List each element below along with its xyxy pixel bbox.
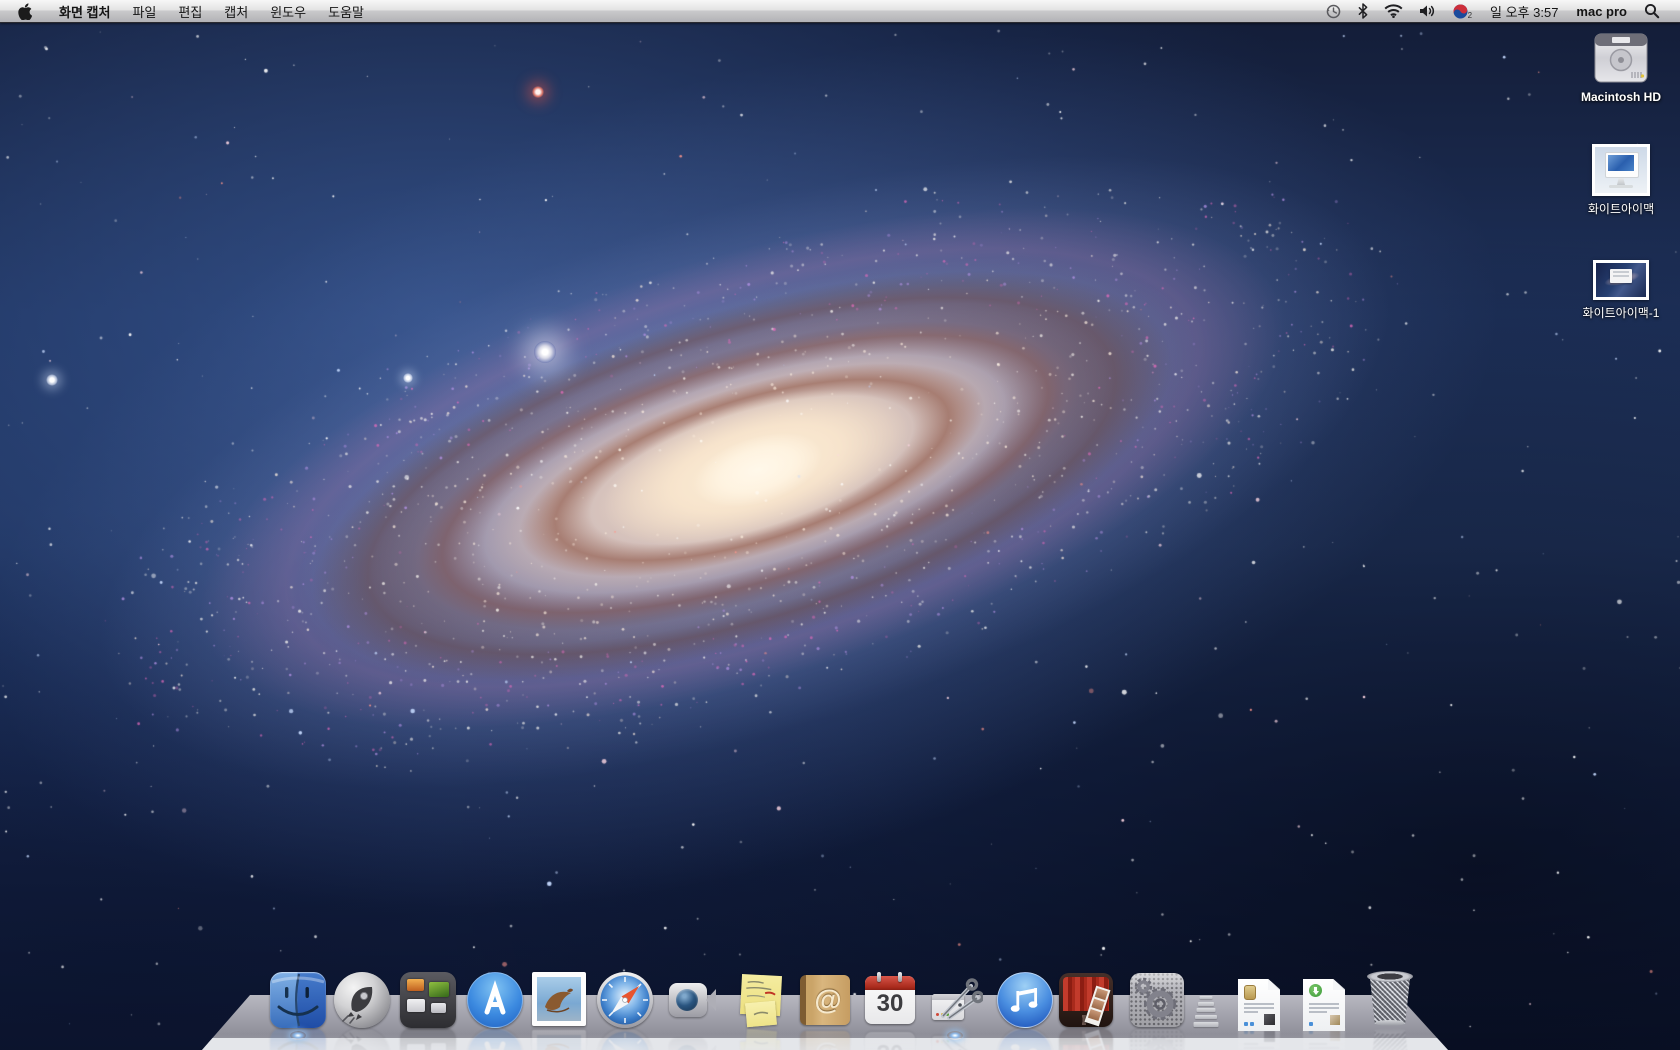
apple-menu[interactable] (0, 0, 48, 22)
dock-item-safari[interactable] (597, 972, 653, 1028)
dock-item-mission-control[interactable] (400, 972, 456, 1028)
dock-trash[interactable] (1362, 970, 1418, 1028)
dock-document-1[interactable] (1231, 972, 1287, 1028)
hard-drive-icon (1592, 30, 1650, 86)
korean-flag-icon (1452, 3, 1469, 20)
address-book-icon: @ (800, 975, 850, 1025)
dock-item-launchpad[interactable] (334, 972, 390, 1028)
system-preferences-gears-icon (1130, 973, 1184, 1027)
dock-item-grab[interactable] (927, 972, 983, 1028)
mail-stamp-icon (532, 972, 586, 1026)
input-source-menu[interactable]: 2 (1444, 0, 1481, 22)
desktop-icon-white-imac[interactable]: 화이트아이맥 (1561, 144, 1680, 217)
grab-scissors-icon (927, 972, 983, 1028)
document-icon (1303, 979, 1345, 1031)
volume-menu[interactable] (1411, 0, 1444, 22)
facetime-camera-icon (662, 972, 718, 1028)
dock-item-facetime[interactable] (662, 972, 718, 1028)
red-star (532, 86, 544, 98)
input-source-badge: 2 (1468, 11, 1472, 20)
wifi-icon (1384, 4, 1403, 18)
photo-booth-icon (1059, 973, 1113, 1027)
desktop-icon-label: 화이트아이맥 (1588, 200, 1654, 217)
launchpad-rocket-icon (334, 972, 390, 1028)
menu-help[interactable]: 도움말 (317, 2, 375, 21)
starfield (0, 0, 1680, 1050)
bluetooth-icon (1358, 3, 1368, 19)
menu-file[interactable]: 파일 (121, 2, 167, 21)
dock-item-stickies[interactable] (732, 972, 788, 1028)
dock-document-2[interactable] (1296, 972, 1352, 1028)
bright-star (534, 341, 556, 363)
desktop-icon-label: Macintosh HD (1581, 90, 1661, 104)
menu-user-name[interactable]: mac pro (1567, 4, 1636, 19)
itunes-icon (997, 972, 1053, 1028)
image-file-icon (1592, 144, 1650, 196)
volume-icon (1419, 4, 1436, 18)
app-menu-title[interactable]: 화면 캡처 (48, 2, 121, 21)
bright-star (46, 374, 58, 386)
desktop-icon-macintosh-hd[interactable]: Macintosh HD (1561, 30, 1680, 104)
dock-item-photo-booth[interactable] (1058, 972, 1114, 1028)
trash-icon (1366, 970, 1414, 1026)
dock-item-system-preferences[interactable] (1129, 972, 1185, 1028)
wifi-menu[interactable] (1376, 0, 1411, 22)
bluetooth-menu[interactable] (1350, 0, 1376, 22)
spotlight-icon (1644, 3, 1660, 19)
dock-item-itunes[interactable] (997, 972, 1053, 1028)
desktop-icon-label: 화이트아이맥-1 (1583, 304, 1660, 321)
dock-item-address-book[interactable]: @ (797, 972, 853, 1028)
dock-item-finder[interactable] (270, 972, 326, 1028)
document-icon (1238, 979, 1280, 1031)
finder-icon (270, 972, 326, 1028)
bright-star (403, 373, 413, 383)
menu-bar: 화면 캡처 파일 편집 캡처 윈도우 도움말 (0, 0, 1680, 23)
desktop-icon-white-imac-1[interactable]: 화이트아이맥-1 (1561, 260, 1680, 321)
apple-icon (18, 3, 32, 20)
spotlight-menu[interactable] (1636, 0, 1668, 22)
dock-item-app-store[interactable] (467, 972, 523, 1028)
mission-control-icon (400, 972, 456, 1028)
image-file-icon (1593, 260, 1649, 300)
menu-clock[interactable]: 일 오후 3:57 (1481, 2, 1567, 21)
menu-window[interactable]: 윈도우 (259, 2, 317, 21)
app-store-icon (467, 972, 523, 1028)
safari-compass-icon (597, 972, 653, 1028)
stickies-icon (732, 972, 788, 1028)
desktop-screen: 화면 캡처 파일 편집 캡처 윈도우 도움말 (0, 0, 1680, 1050)
time-machine-icon (1325, 3, 1342, 20)
ical-calendar-icon: 30 (865, 976, 915, 1024)
menu-edit[interactable]: 편집 (167, 2, 213, 21)
dock-item-mail[interactable] (532, 972, 588, 1028)
ical-day-number: 30 (865, 990, 915, 1018)
dock-item-ical[interactable]: 30 (862, 972, 918, 1028)
at-symbol: @ (814, 984, 841, 1016)
time-machine-menu[interactable] (1317, 0, 1350, 22)
menu-capture[interactable]: 캡처 (213, 2, 259, 21)
